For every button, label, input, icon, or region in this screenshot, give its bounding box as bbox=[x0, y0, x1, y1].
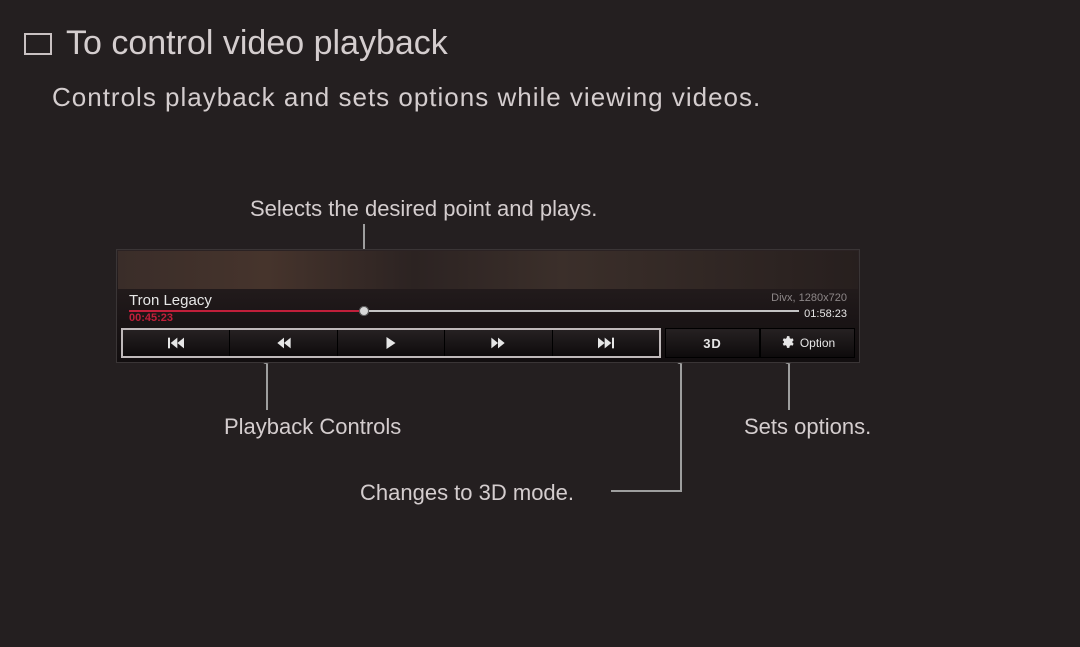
total-time: 01:58:23 bbox=[804, 308, 847, 320]
skip-forward-button[interactable] bbox=[553, 330, 659, 356]
progress-fill bbox=[129, 310, 364, 312]
page-subtitle: Controls playback and sets options while… bbox=[52, 82, 761, 113]
callout-options-line bbox=[788, 364, 790, 410]
rewind-button[interactable] bbox=[230, 330, 337, 356]
play-button[interactable] bbox=[338, 330, 445, 356]
option-label: Option bbox=[800, 336, 835, 350]
current-time: 00:45:23 bbox=[129, 312, 173, 324]
fast-forward-button[interactable] bbox=[445, 330, 552, 356]
playback-controls-group bbox=[121, 328, 661, 358]
callout-progress-label: Selects the desired point and plays. bbox=[250, 196, 597, 222]
3d-label: 3D bbox=[703, 336, 722, 351]
progress-handle[interactable] bbox=[359, 306, 369, 316]
bullet-square-icon bbox=[24, 33, 52, 55]
video-player-panel: Tron Legacy 00:45:23 Divx, 1280x720 01:5… bbox=[116, 249, 860, 363]
page-heading: To control video playback bbox=[66, 24, 448, 63]
gear-icon bbox=[780, 335, 794, 352]
option-button[interactable]: Option bbox=[760, 328, 855, 358]
callout-options-label: Sets options. bbox=[744, 414, 871, 440]
control-bar: 3D Option bbox=[121, 328, 855, 358]
video-meta: Divx, 1280x720 bbox=[771, 292, 847, 304]
video-thumbnail bbox=[118, 251, 858, 289]
skip-back-button[interactable] bbox=[123, 330, 230, 356]
callout-3d-line-h bbox=[611, 490, 680, 492]
callout-playback-controls-label: Playback Controls bbox=[224, 414, 401, 440]
3d-mode-button[interactable]: 3D bbox=[665, 328, 760, 358]
callout-3d-label: Changes to 3D mode. bbox=[360, 480, 574, 506]
callout-3d-line-v bbox=[680, 364, 682, 492]
callout-playback-controls-line bbox=[266, 364, 268, 410]
page-heading-row: To control video playback bbox=[24, 24, 448, 63]
progress-track[interactable] bbox=[129, 310, 799, 312]
video-title: Tron Legacy bbox=[129, 292, 212, 309]
right-controls-group: 3D Option bbox=[665, 328, 855, 358]
